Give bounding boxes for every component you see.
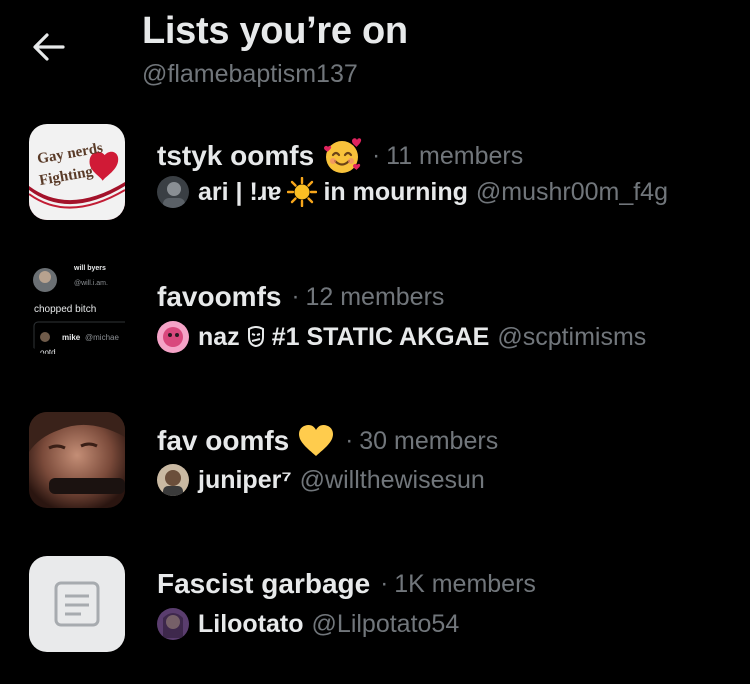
owner-handle[interactable]: @Lilpotato54 xyxy=(312,610,460,639)
list-owner-line: ari | !ɹɐ in mourning @mushr00m_f4g xyxy=(157,176,668,208)
list-name: Fascist garbage xyxy=(157,568,371,599)
avatar[interactable] xyxy=(157,608,189,640)
thumb-text: chopped bitch xyxy=(34,304,96,315)
avatar[interactable] xyxy=(157,176,189,208)
list-title-line: tstyk oomfs · 11 members xyxy=(157,136,523,176)
list-owner-line: juniper⁷ @willthewisesun xyxy=(157,464,485,496)
list-title-line: fav oomfs · 30 members xyxy=(157,424,498,458)
avatar[interactable] xyxy=(157,464,189,496)
separator-dot: · xyxy=(372,142,381,169)
sun-icon xyxy=(287,177,318,207)
separator-dot: · xyxy=(291,283,300,310)
avatar[interactable] xyxy=(157,321,189,353)
member-count: 30 members xyxy=(359,426,499,455)
yellow-heart-icon xyxy=(297,424,335,458)
page-header: Lists you’re on @flamebaptism137 xyxy=(0,0,750,110)
list-name: favoomfs xyxy=(157,281,282,312)
owner-handle[interactable]: @mushr00m_f4g xyxy=(476,178,668,207)
owner-name[interactable]: juniper⁷ xyxy=(198,466,292,495)
owner-handle[interactable]: @willthewisesun xyxy=(300,466,485,495)
thumb-user: will byers xyxy=(73,265,106,272)
list-item[interactable]: fav oomfs · 30 members juniper⁷ @willthe… xyxy=(0,412,750,540)
member-count: 12 members xyxy=(305,282,445,311)
list-thumbnail: Gay nerds Fighting xyxy=(29,124,125,220)
smiling-face-with-hearts-icon xyxy=(322,136,362,176)
separator-dot: · xyxy=(380,570,389,597)
owner-name[interactable]: Lilootato xyxy=(198,610,304,639)
thumb-quote-handle: @michae xyxy=(85,333,119,342)
separator-dot: · xyxy=(345,427,354,454)
owner-name[interactable]: naz xyxy=(198,323,240,352)
owner-name-suffix[interactable]: #1 STATIC AKGAE xyxy=(272,323,490,352)
owner-handle[interactable]: @scptimisms xyxy=(497,323,646,352)
list-title-line: favoomfs · 12 members xyxy=(157,281,444,313)
list-item[interactable]: Gay nerds Fighting tstyk oomfs · 11 memb… xyxy=(0,124,750,252)
list-name: tstyk oomfs xyxy=(157,140,315,171)
member-count: 11 members xyxy=(386,141,524,170)
back-arrow-icon[interactable] xyxy=(30,30,70,66)
thumb-quote-user: mike xyxy=(62,333,81,342)
thumb-quote-text: ootd xyxy=(40,348,56,354)
page-title: Lists you’re on xyxy=(142,10,408,52)
list-thumbnail xyxy=(29,412,125,508)
list-placeholder-icon xyxy=(54,581,100,627)
list-name: fav oomfs xyxy=(157,425,290,456)
list-item[interactable]: Fascist garbage · 1K members Lilootato @… xyxy=(0,556,750,684)
list-title-line: Fascist garbage · 1K members xyxy=(157,568,536,600)
list-owner-line: Lilootato @Lilpotato54 xyxy=(157,608,459,640)
list-thumbnail: will byers @will.i.am. chopped bitch mik… xyxy=(29,258,125,354)
mask-icon xyxy=(246,325,266,349)
list-owner-line: naz #1 STATIC AKGAE @scptimisms xyxy=(157,321,646,353)
thumb-user-handle: @will.i.am. xyxy=(74,280,108,287)
list-item[interactable]: will byers @will.i.am. chopped bitch mik… xyxy=(0,258,750,386)
member-count: 1K members xyxy=(394,569,536,598)
owner-name[interactable]: ari | !ɹɐ xyxy=(198,178,281,207)
list-thumbnail xyxy=(29,556,125,652)
owner-name-suffix[interactable]: in mourning xyxy=(323,178,467,207)
account-handle: @flamebaptism137 xyxy=(142,60,358,88)
